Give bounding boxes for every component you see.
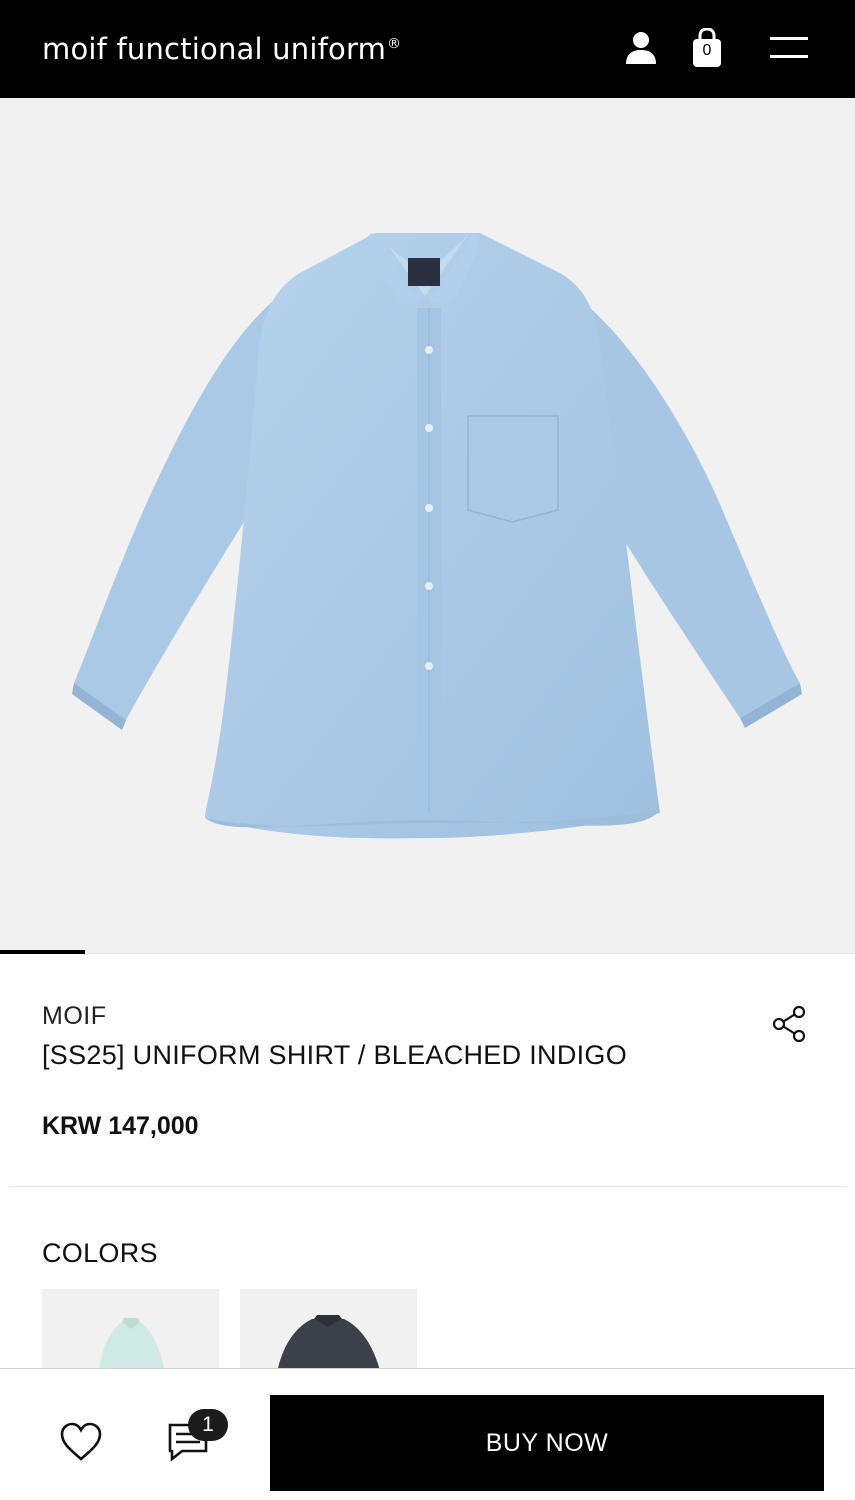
product-photo (72, 233, 802, 839)
product-brand: MOIF (42, 1002, 107, 1030)
colors-heading: COLORS (42, 1238, 158, 1268)
section-divider (9, 1186, 847, 1187)
share-icon[interactable] (770, 1004, 810, 1044)
buy-now-button[interactable]: BUY NOW (270, 1395, 824, 1491)
brand-logo[interactable]: moif functional uniform® (42, 32, 401, 66)
top-header: moif functional uniform® 0 (0, 0, 855, 98)
bottom-action-bar: 1 BUY NOW (0, 1368, 855, 1500)
carousel-track (0, 953, 855, 954)
brand-name: moif functional uniform (42, 32, 387, 66)
cart-count: 0 (702, 42, 712, 59)
chat-badge: 1 (188, 1409, 228, 1441)
product-image-carousel[interactable] (0, 98, 855, 954)
user-icon[interactable] (621, 28, 661, 68)
shopping-bag-icon[interactable]: 0 (687, 28, 727, 68)
registered-mark: ® (387, 36, 402, 53)
mint-shirt-swatch[interactable] (42, 1289, 219, 1379)
heart-icon[interactable] (58, 1421, 104, 1463)
hamburger-menu-icon[interactable] (769, 28, 809, 68)
product-title: [SS25] UNIFORM SHIRT / BLEACHED INDIGO (42, 1040, 628, 1070)
carousel-indicator (0, 950, 85, 954)
charcoal-shirt-swatch[interactable] (240, 1289, 417, 1379)
header-icons: 0 (621, 28, 809, 68)
product-price: KRW 147,000 (42, 1112, 199, 1140)
